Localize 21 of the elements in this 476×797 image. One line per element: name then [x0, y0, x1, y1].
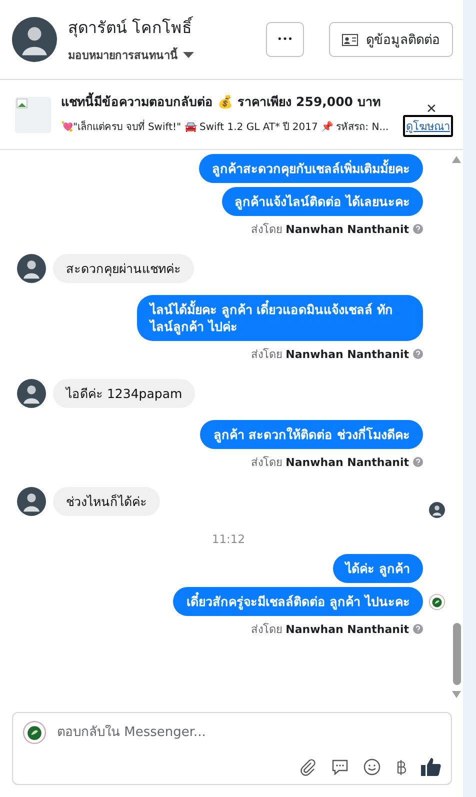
received-message: ช่วงไหนก็ได้ค่ะ [53, 487, 160, 516]
banner-title: แชทนี้มีข้อความตอบกลับต่อ 💰 ราคาเพียง 259,000 บาท [61, 92, 380, 111]
assign-dropdown[interactable]: มอบหมายการสนทนานี้ [68, 46, 255, 64]
sent-message: ลูกค้า สะดวกให้ติดต่อ ช่วงกี่โมงดีคะ [200, 420, 423, 449]
timestamp: 11:12 [212, 532, 246, 546]
received-message: สะดวกคุยผ่านแชทค่ะ [53, 254, 194, 283]
sent-by-label: ส่งโดย Nanwhan Nanthanit [251, 347, 409, 363]
more-button[interactable]: ••• [266, 22, 304, 57]
sent-by-label: ส่งโดย Nanwhan Nanthanit [251, 222, 409, 238]
sent-message: ลูกค้าสะดวกคุยกับเชลล์เพิ่มเติมมั้ยคะ [199, 154, 423, 183]
sent-message: เดี๋ยวสักครู่จะมีเชลล์ติดต่อ ลูกค้า ไปนะคะ [173, 587, 423, 616]
received-message: ไอดีค่ะ 1234papam [53, 379, 196, 408]
sent-message: ลูกค้าแจ้งไลน์ติดต่อ ได้เลยนะคะ [222, 187, 423, 216]
sent-by-label: ส่งโดย Nanwhan Nanthanit [251, 455, 409, 471]
sent-message: ได้ค่ะ ลูกค้า [332, 554, 423, 583]
view-ad-link[interactable]: ดูโฆษณา [403, 115, 453, 137]
contact-info-button[interactable]: ดูข้อมูลติดต่อ [329, 22, 453, 57]
sent-message: ไลน์ได้มั้ยคะ ลูกค้า เดี๋ยวแอดมินแจ้งเชลล์ ทักไลน์ลูกค้า ไปค่ะ [137, 295, 423, 341]
sent-by-label: ส่งโดย Nanwhan Nanthanit [251, 622, 409, 638]
banner-subtitle: 💘"เล็กแต่ครบ จบที่ Swift!" 🚘 Swift 1.2 GL AT* ปี 2017 📌 รหัสรถ: N... [61, 118, 389, 134]
contact-name: สุดารัตน์ โคกโพธิ์ [68, 15, 194, 40]
